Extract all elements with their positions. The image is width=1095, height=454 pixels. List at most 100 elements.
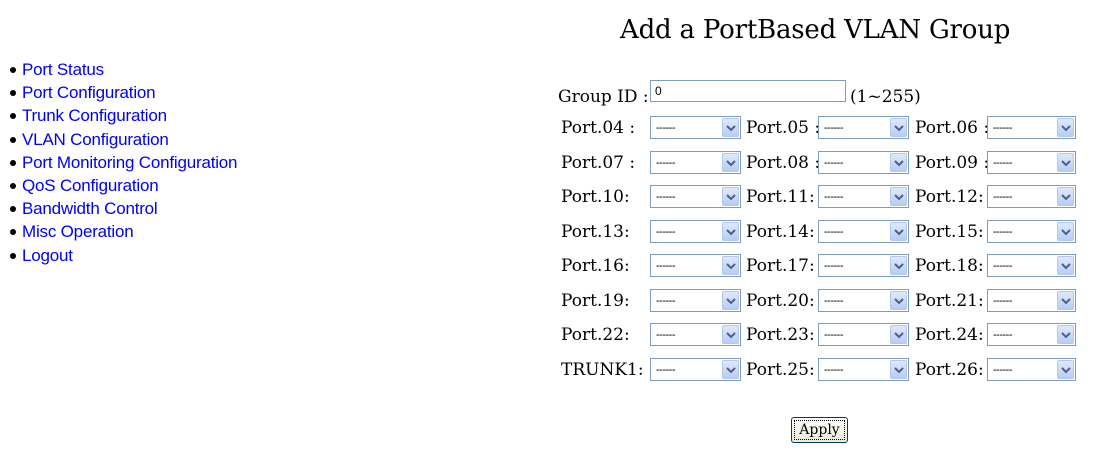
port-select-port12[interactable]: ------ bbox=[987, 185, 1076, 208]
port-select-port14[interactable]: ------ bbox=[818, 219, 909, 243]
port-label-port19: Port.19: bbox=[561, 290, 630, 311]
port-label-port14: Port.14: bbox=[746, 221, 815, 242]
port-select-port17[interactable]: ------ bbox=[818, 254, 909, 277]
port-select-trunk1[interactable]: ------ bbox=[650, 357, 741, 381]
chevron-down-icon[interactable] bbox=[890, 221, 907, 241]
port-select-port04[interactable]: ------ bbox=[650, 116, 741, 139]
chevron-down-icon[interactable] bbox=[890, 256, 907, 275]
port-select-port15[interactable]: ------ bbox=[987, 219, 1076, 243]
port-label-port18: Port.18: bbox=[915, 256, 984, 276]
chevron-down-icon[interactable] bbox=[1057, 325, 1074, 344]
nav-item: Trunk Configuration bbox=[6, 104, 237, 127]
nav-port-configuration[interactable]: Port Configuration bbox=[22, 83, 156, 102]
port-label-port07: Port.07 : bbox=[561, 152, 636, 173]
chevron-down-icon[interactable] bbox=[890, 152, 907, 172]
port-label-port26: Port.26: bbox=[915, 359, 984, 380]
port-select-port22[interactable]: ------ bbox=[650, 323, 741, 346]
port-select-value: ------ bbox=[656, 329, 675, 341]
chevron-down-icon[interactable] bbox=[722, 152, 739, 172]
nav-logout[interactable]: Logout bbox=[22, 246, 73, 265]
chevron-down-icon[interactable] bbox=[890, 118, 907, 137]
group-id-input[interactable]: 0 bbox=[650, 80, 846, 102]
nav-vlan-configuration[interactable]: VLAN Configuration bbox=[22, 130, 169, 149]
chevron-down-icon[interactable] bbox=[722, 359, 739, 379]
apply-button[interactable]: Apply bbox=[791, 417, 848, 443]
port-select-value: ------ bbox=[993, 156, 1012, 169]
port-select-port24[interactable]: ------ bbox=[987, 323, 1076, 346]
nav-item: QoS Configuration bbox=[6, 174, 237, 197]
nav-bandwidth-control[interactable]: Bandwidth Control bbox=[22, 199, 158, 218]
port-select-port08[interactable]: ------ bbox=[818, 150, 909, 174]
page-title: Add a PortBased VLAN Group bbox=[620, 15, 1011, 45]
port-select-value: ------ bbox=[993, 363, 1012, 376]
port-select-value: ------ bbox=[824, 260, 843, 272]
bullet-icon bbox=[10, 136, 16, 143]
port-select-port11[interactable]: ------ bbox=[818, 185, 909, 208]
port-select-value: ------ bbox=[656, 191, 675, 203]
port-label-port16: Port.16: bbox=[561, 256, 630, 276]
nav-qos-configuration[interactable]: QoS Configuration bbox=[22, 176, 159, 195]
port-label-port05: Port.05 : bbox=[746, 118, 821, 138]
port-select-value: ------ bbox=[656, 294, 675, 307]
nav-misc-operation[interactable]: Misc Operation bbox=[22, 222, 134, 241]
nav-item: Port Status bbox=[6, 58, 237, 81]
port-label-port25: Port.25: bbox=[746, 359, 815, 380]
port-select-value: ------ bbox=[993, 191, 1012, 203]
port-select-port23[interactable]: ------ bbox=[818, 323, 909, 346]
port-select-port26[interactable]: ------ bbox=[987, 357, 1076, 381]
port-label-port23: Port.23: bbox=[746, 325, 815, 345]
port-select-port05[interactable]: ------ bbox=[818, 116, 909, 139]
nav-item: Misc Operation bbox=[6, 220, 237, 243]
port-select-port19[interactable]: ------ bbox=[650, 288, 741, 312]
nav-item: Logout bbox=[6, 244, 237, 267]
nav-item: VLAN Configuration bbox=[6, 128, 237, 151]
chevron-down-icon[interactable] bbox=[890, 187, 907, 206]
port-label-port12: Port.12: bbox=[915, 187, 984, 207]
port-select-value: ------ bbox=[656, 156, 675, 169]
port-select-port13[interactable]: ------ bbox=[650, 219, 741, 243]
port-select-value: ------ bbox=[824, 122, 843, 134]
chevron-down-icon[interactable] bbox=[890, 325, 907, 344]
group-id-label: Group ID : bbox=[558, 87, 649, 107]
chevron-down-icon[interactable] bbox=[890, 290, 907, 310]
port-select-port06[interactable]: ------ bbox=[987, 116, 1076, 139]
chevron-down-icon[interactable] bbox=[722, 256, 739, 275]
bullet-icon bbox=[10, 113, 16, 120]
port-label-port11: Port.11: bbox=[746, 187, 815, 207]
port-select-port25[interactable]: ------ bbox=[818, 357, 909, 381]
nav-port-monitoring-configuration[interactable]: Port Monitoring Configuration bbox=[22, 153, 238, 172]
chevron-down-icon[interactable] bbox=[722, 290, 739, 310]
port-select-port21[interactable]: ------ bbox=[987, 288, 1076, 312]
port-label-port09: Port.09 : bbox=[915, 152, 990, 173]
chevron-down-icon[interactable] bbox=[890, 359, 907, 379]
bullet-icon bbox=[10, 90, 16, 97]
port-select-value: ------ bbox=[993, 122, 1012, 134]
port-select-value: ------ bbox=[993, 225, 1012, 238]
port-select-port07[interactable]: ------ bbox=[650, 150, 741, 174]
port-select-value: ------ bbox=[656, 225, 675, 238]
port-select-port10[interactable]: ------ bbox=[650, 185, 741, 208]
port-label-port22: Port.22: bbox=[561, 325, 630, 345]
chevron-down-icon[interactable] bbox=[1057, 221, 1074, 241]
chevron-down-icon[interactable] bbox=[1057, 256, 1074, 275]
port-select-value: ------ bbox=[993, 294, 1012, 307]
port-select-port20[interactable]: ------ bbox=[818, 288, 909, 312]
chevron-down-icon[interactable] bbox=[1057, 152, 1074, 172]
chevron-down-icon[interactable] bbox=[1057, 290, 1074, 310]
nav-trunk-configuration[interactable]: Trunk Configuration bbox=[22, 106, 167, 125]
port-select-port09[interactable]: ------ bbox=[987, 150, 1076, 174]
chevron-down-icon[interactable] bbox=[722, 187, 739, 206]
chevron-down-icon[interactable] bbox=[722, 118, 739, 137]
chevron-down-icon[interactable] bbox=[1057, 187, 1074, 206]
port-label-port21: Port.21: bbox=[915, 290, 984, 311]
port-select-value: ------ bbox=[824, 329, 843, 341]
chevron-down-icon[interactable] bbox=[722, 221, 739, 241]
nav-item: Port Configuration bbox=[6, 81, 237, 104]
port-select-port16[interactable]: ------ bbox=[650, 254, 741, 277]
chevron-down-icon[interactable] bbox=[1057, 118, 1074, 137]
port-select-port18[interactable]: ------ bbox=[987, 254, 1076, 277]
port-select-value: ------ bbox=[656, 122, 675, 134]
chevron-down-icon[interactable] bbox=[722, 325, 739, 344]
nav-port-status[interactable]: Port Status bbox=[22, 60, 104, 79]
chevron-down-icon[interactable] bbox=[1057, 359, 1074, 379]
